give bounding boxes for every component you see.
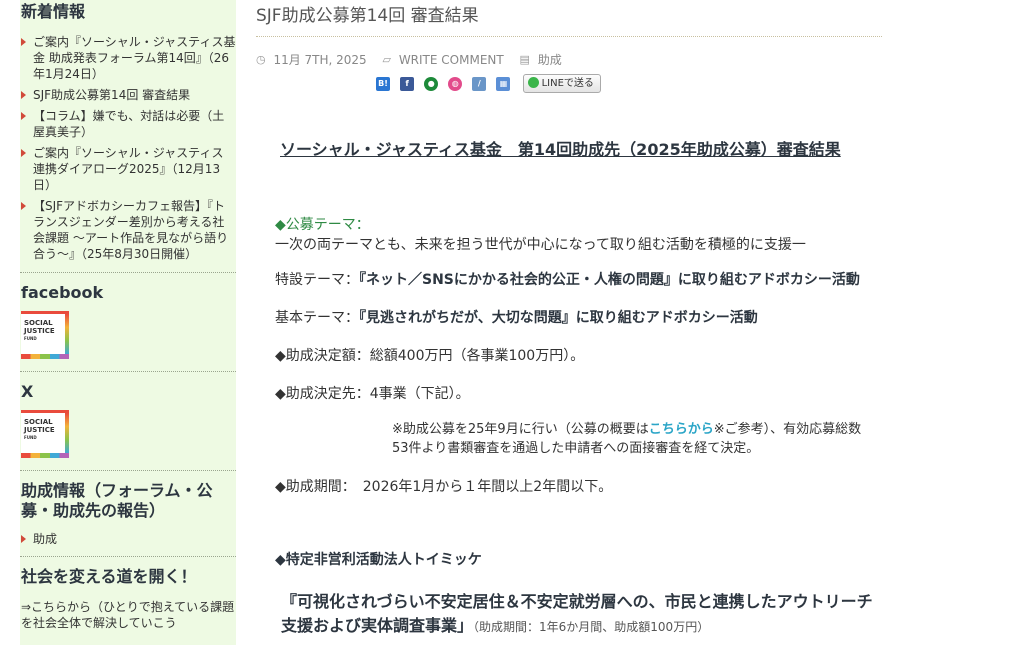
write-comment-link[interactable]: WRITE COMMENT xyxy=(399,52,504,68)
grant-amount: ◆助成決定額：総額400万円（各事業100万円）。 xyxy=(275,348,585,364)
sjf-logo-x-link[interactable]: SOCIAL JUSTICE FUND xyxy=(21,410,69,458)
bullet-arrow-icon xyxy=(21,112,26,120)
special-theme: 特設テーマ：『ネット／SNSにかかる社会的公正・人権の問題』に取り組むアドボカシ… xyxy=(275,272,860,288)
facebook-share-icon[interactable]: f xyxy=(400,76,415,91)
post-title: SJF助成公募第14回 審査結果 xyxy=(256,5,882,37)
post-meta: ◷ 11月 7TH, 2025 ▱ WRITE COMMENT ▤ 助成 xyxy=(256,51,882,67)
news-heading: 新着情報 xyxy=(21,2,86,21)
news-item[interactable]: ご案内『ソーシャル・ジャスティス基金 助成発表フォーラム第14回』（26年1月2… xyxy=(20,34,236,82)
grants-widget: 助成情報（フォーラム・公募・助成先の報告） 助成 xyxy=(20,471,236,557)
news-item[interactable]: 【コラム】嫌でも、対話は必要（土屋真美子） xyxy=(20,108,236,140)
post-headline: ソーシャル・ジャスティス基金 第14回助成先（2025年助成公募）審査結果 xyxy=(280,140,841,159)
bullet-arrow-icon xyxy=(21,38,26,46)
news-item[interactable]: 【SJFアドボカシーカフェ報告】『トランスジェンダー差別から考える社会課題 〜ア… xyxy=(20,198,236,262)
change-widget: 社会を変える道を開く！ ⇒こちらから（ひとりで抱えている課題を社会全体で解決して… xyxy=(20,557,236,631)
grants-heading: 助成情報（フォーラム・公募・助成先の報告） xyxy=(21,481,213,520)
line-icon xyxy=(527,76,539,88)
bullet-arrow-icon xyxy=(21,202,26,210)
news-item[interactable]: ご案内『ソーシャル・ジャスティス 連携ダイアローグ2025』（12月13日） xyxy=(20,145,236,193)
change-text[interactable]: ⇒こちらから（ひとりで抱えている課題を社会全体で解決していこう xyxy=(20,599,236,631)
bullet-arrow-icon xyxy=(21,91,26,99)
post-date: 11月 7TH, 2025 xyxy=(273,52,367,67)
bullet-arrow-icon xyxy=(21,535,26,543)
facebook-heading: facebook xyxy=(21,283,104,302)
news-list: ご案内『ソーシャル・ジャスティス基金 助成発表フォーラム第14回』（26年1月2… xyxy=(20,34,236,262)
change-heading: 社会を変える道を開く！ xyxy=(21,567,197,586)
facebook-widget: facebook SOCIAL JUSTICE FUND xyxy=(20,273,236,372)
basic-theme: 基本テーマ：『見逃されがちだが、大切な問題』に取り組むアドボカシー活動 xyxy=(275,310,758,326)
clip-share-icon[interactable]: / xyxy=(472,76,487,91)
line-send-button[interactable]: LINEで送る xyxy=(522,74,601,93)
guidelines-link[interactable]: こちらから xyxy=(649,422,714,437)
org-name: ◆特定非営利活動法人トイミッケ xyxy=(275,552,482,568)
grant-recipients: ◆助成決定先：4事業（下記）。 xyxy=(275,386,470,402)
grid-share-icon[interactable]: ▦ xyxy=(496,76,511,91)
chat-share-icon[interactable]: ● xyxy=(424,76,439,91)
bullet-arrow-icon xyxy=(21,149,26,157)
news-widget: 新着情報 ご案内『ソーシャル・ジャスティス基金 助成発表フォーラム第14回』（2… xyxy=(20,0,236,273)
theme-text: 一次の両テーマとも、未来を担う世代が中心になって取り組む活動を積極的に支援一 xyxy=(275,237,806,253)
bookmark-share-icon[interactable]: ◍ xyxy=(448,76,463,91)
project-title: 『可視化されづらい不安定居住＆不安定就労層への、市民と連携したアウトリーチ支援お… xyxy=(281,592,873,635)
share-bar: B! f ● ◍ / ▦ LINEで送る xyxy=(376,73,882,93)
sjf-logo-facebook-link[interactable]: SOCIAL JUSTICE FUND xyxy=(21,311,69,359)
x-heading: X xyxy=(21,382,34,401)
x-widget: X SOCIAL JUSTICE FUND xyxy=(20,372,236,471)
news-item[interactable]: SJF助成公募第14回 審査結果 xyxy=(20,87,236,103)
grants-item[interactable]: 助成 xyxy=(20,531,236,547)
selection-note: ※助成公募を25年9月に行い（公募の概要はこちらから※ご参考）、有効応募総数53… xyxy=(392,422,862,456)
clock-icon: ◷ xyxy=(256,52,266,66)
post-body: ソーシャル・ジャスティス基金 第14回助成先（2025年助成公募）審査結果 ◆公… xyxy=(275,138,885,639)
theme-label: ◆公募テーマ： xyxy=(275,217,370,233)
grant-period: ◆助成期間： 2026年1月から１年間以上2年間以下。 xyxy=(275,479,613,495)
comment-icon: ▱ xyxy=(382,52,391,66)
sidebar: 新着情報 ご案内『ソーシャル・ジャスティス基金 助成発表フォーラム第14回』（2… xyxy=(20,0,236,645)
hatena-bookmark-icon[interactable]: B! xyxy=(376,76,390,91)
category-icon: ▤ xyxy=(519,52,530,66)
category-link[interactable]: 助成 xyxy=(538,52,562,68)
